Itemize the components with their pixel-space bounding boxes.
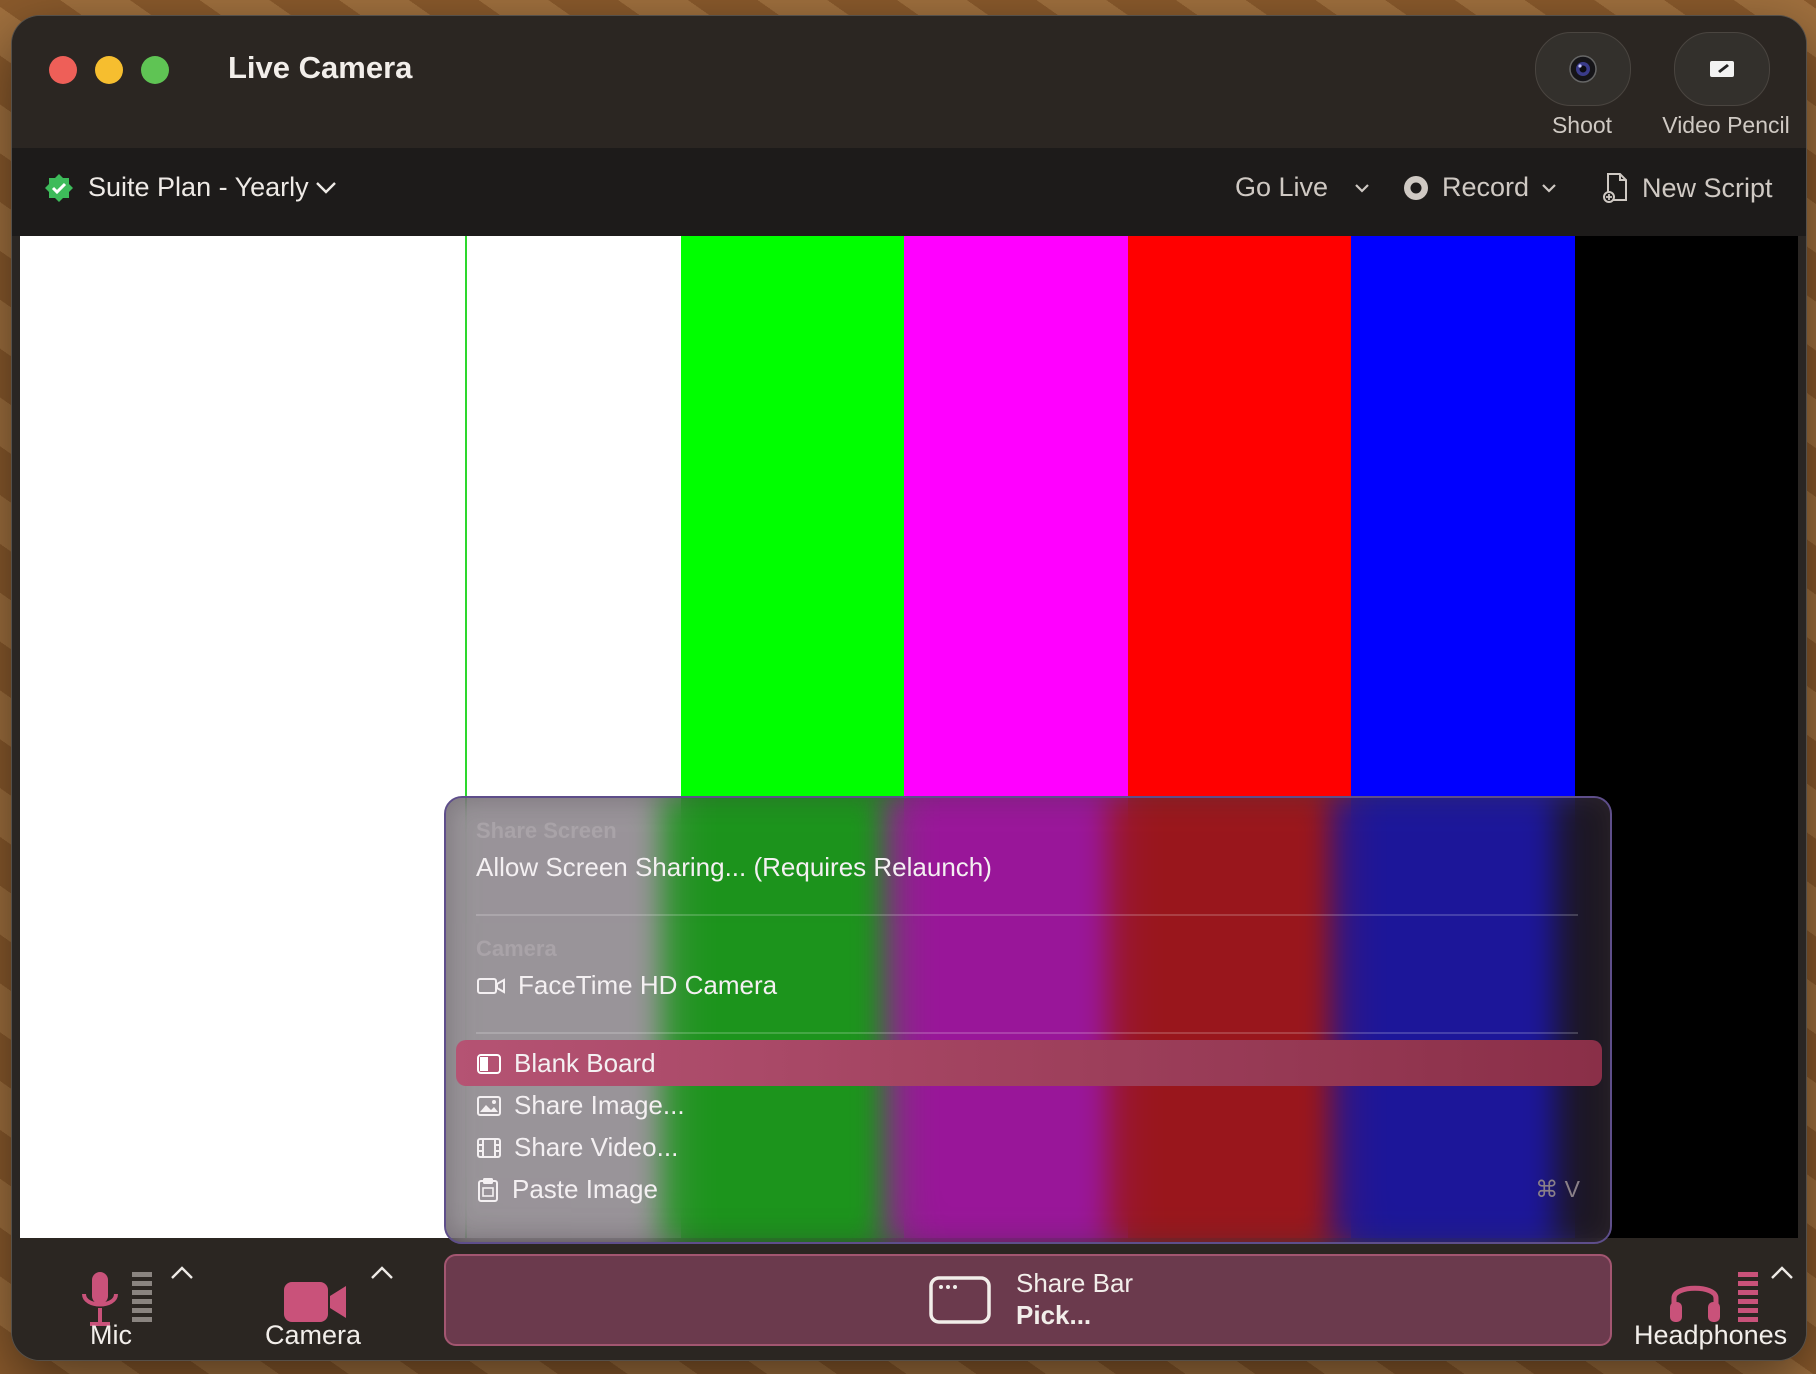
chevron-down-icon xyxy=(1541,183,1557,193)
mic-options-chevron-up-icon[interactable] xyxy=(170,1264,194,1280)
go-live-label: Go Live xyxy=(1235,172,1329,202)
window-icon xyxy=(929,1276,991,1324)
window-title: Live Camera xyxy=(228,50,413,85)
share-bar-title: Share Bar xyxy=(1016,1268,1134,1298)
shoot-button[interactable] xyxy=(1535,32,1631,106)
toolbar: Suite Plan - Yearly Go Live Record New S… xyxy=(12,148,1806,236)
plan-selector[interactable]: Suite Plan - Yearly xyxy=(44,172,337,203)
camera-options-chevron-up-icon[interactable] xyxy=(370,1264,394,1280)
minimize-window-button[interactable] xyxy=(95,56,123,84)
clipboard-icon xyxy=(476,1177,500,1203)
share-video-item[interactable]: Share Video... xyxy=(476,1132,678,1163)
blank-board-item[interactable]: Blank Board xyxy=(476,1048,656,1079)
film-strip-icon xyxy=(476,1137,502,1159)
paste-image-label: Paste Image xyxy=(512,1174,658,1204)
shoot-label: Shoot xyxy=(1551,112,1613,138)
mic-level-meter-icon xyxy=(132,1270,152,1328)
blank-board-label: Blank Board xyxy=(514,1048,656,1078)
headphones-icon[interactable] xyxy=(1668,1272,1722,1326)
share-image-label: Share Image... xyxy=(514,1090,685,1120)
allow-screen-sharing-item[interactable]: Allow Screen Sharing... (Requires Relaun… xyxy=(476,852,992,883)
new-script-label: New Script xyxy=(1642,172,1773,203)
go-live-button[interactable]: Go Live xyxy=(1235,172,1370,203)
share-source-menu: Share Screen Allow Screen Sharing... (Re… xyxy=(444,796,1612,1244)
app-window: Live Camera Shoot Video Pencil Suite Pla… xyxy=(12,16,1806,1360)
chevron-down-icon xyxy=(1354,183,1370,193)
menu-separator xyxy=(476,914,1578,916)
photo-icon xyxy=(476,1095,502,1117)
camera-lens-icon xyxy=(1568,54,1598,84)
video-pencil-button[interactable] xyxy=(1674,32,1770,106)
mic-label: Mic xyxy=(90,1320,132,1350)
share-bar-button[interactable]: Share Bar Pick... xyxy=(444,1254,1612,1346)
headphones-options-chevron-up-icon[interactable] xyxy=(1770,1264,1794,1280)
chevron-down-icon xyxy=(315,181,337,195)
record-label: Record xyxy=(1442,172,1530,202)
record-button[interactable]: Record xyxy=(1402,172,1557,203)
close-window-button[interactable] xyxy=(49,56,77,84)
color-bar-white xyxy=(20,236,457,1238)
record-icon xyxy=(1402,174,1430,202)
facetime-camera-item[interactable]: FaceTime HD Camera xyxy=(476,970,777,1001)
camera-label: Camera xyxy=(265,1320,362,1350)
new-script-button[interactable]: New Script xyxy=(1602,172,1773,204)
facetime-camera-label: FaceTime HD Camera xyxy=(518,970,778,1000)
video-pencil-label: Video Pencil xyxy=(1662,112,1790,138)
video-camera-icon[interactable] xyxy=(282,1280,348,1324)
menu-section-share-screen: Share Screen xyxy=(476,818,617,843)
share-bar-action: Pick... xyxy=(1016,1300,1092,1330)
sidebar-panel-icon xyxy=(476,1053,502,1075)
menu-section-camera: Camera xyxy=(476,936,557,961)
pencil-screen-icon xyxy=(1708,58,1736,80)
share-video-label: Share Video... xyxy=(514,1132,679,1162)
video-camera-outline-icon xyxy=(476,975,506,997)
plan-label: Suite Plan - Yearly xyxy=(88,172,309,202)
maximize-window-button[interactable] xyxy=(141,56,169,84)
share-image-item[interactable]: Share Image... xyxy=(476,1090,685,1121)
title-bar: Live Camera Shoot Video Pencil xyxy=(12,16,1806,148)
verified-check-icon xyxy=(44,173,74,203)
menu-separator xyxy=(476,1032,1578,1034)
headphones-label: Headphones xyxy=(1634,1320,1788,1350)
paste-image-item[interactable]: Paste Image xyxy=(476,1174,658,1205)
paste-shortcut: ⌘ V xyxy=(1535,1176,1580,1202)
document-add-icon xyxy=(1602,172,1630,204)
